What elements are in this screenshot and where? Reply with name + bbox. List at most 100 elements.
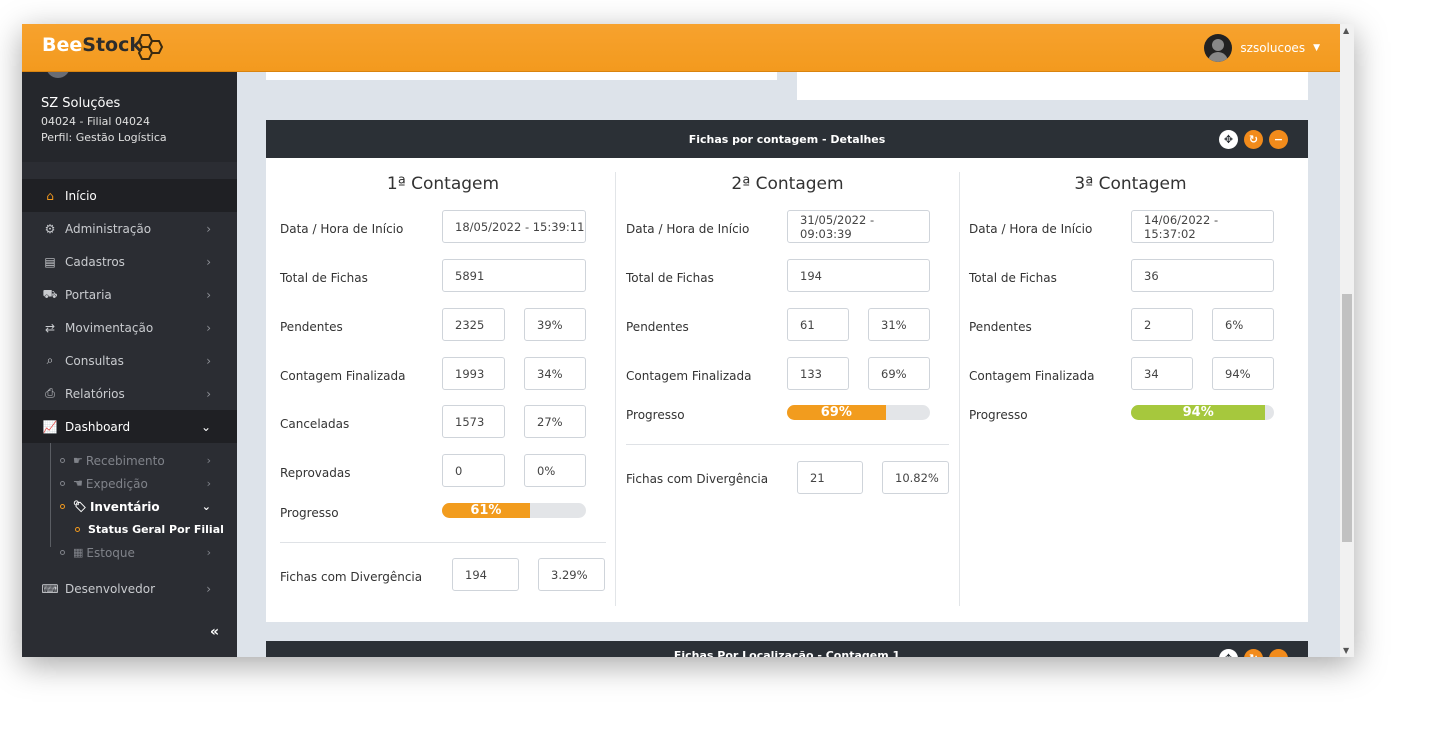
- label-progresso: Progresso: [626, 408, 685, 422]
- label-contagem-finalizada: Contagem Finalizada: [969, 369, 1095, 383]
- sidebar-item-dashboard[interactable]: 📈 Dashboard ⌄: [22, 410, 237, 443]
- label-divergencia: Fichas com Divergência: [626, 472, 769, 486]
- scrollbar-thumb[interactable]: [1342, 294, 1352, 542]
- user-menu[interactable]: szsolucoes ▼: [1204, 34, 1320, 62]
- sidebar-item-expedicao[interactable]: ☚ Expedição ›: [22, 472, 237, 495]
- panel-title: Fichas por contagem - Detalhes: [688, 132, 886, 146]
- total-fichas-field[interactable]: 36: [1131, 259, 1274, 292]
- label-contagem-finalizada: Contagem Finalizada: [626, 369, 752, 383]
- sidebar-item-status-geral[interactable]: Status Geral Por Filial: [22, 518, 237, 541]
- sidebar-item-administracao[interactable]: ⚙ Administração ›: [22, 212, 237, 245]
- contagem-title: 3ª Contagem: [1074, 174, 1187, 194]
- divergencia-field[interactable]: 21: [797, 461, 863, 494]
- pendentes-field[interactable]: 61: [787, 308, 849, 341]
- label-canceladas: Canceladas: [280, 417, 350, 431]
- print-icon: ⎙: [45, 386, 55, 400]
- contagem-3-column: 3ª Contagem Data / Hora de Início 14/06/…: [969, 158, 1292, 608]
- progress-bar: 69%: [787, 405, 930, 420]
- pendentes-pct-field[interactable]: 39%: [524, 308, 586, 341]
- refresh-icon[interactable]: ↻: [1244, 649, 1263, 657]
- chevron-right-icon: ›: [206, 221, 211, 236]
- label-divergencia: Fichas com Divergência: [280, 570, 423, 584]
- sidebar-item-inventario[interactable]: 🏷 Inventário ⌄: [22, 495, 237, 518]
- divider: [280, 542, 606, 543]
- finalizada-field[interactable]: 1993: [442, 357, 505, 390]
- summary-card-left: [266, 72, 777, 80]
- total-fichas-field[interactable]: 5891: [442, 259, 586, 292]
- sidebar-item-inicio[interactable]: ⌂ Início: [22, 179, 237, 212]
- finalizada-field[interactable]: 133: [787, 357, 849, 390]
- canceladas-field[interactable]: 1573: [442, 405, 505, 438]
- caret-down-icon: ▼: [1313, 43, 1320, 53]
- column-divider: [615, 172, 616, 606]
- data-hora-field[interactable]: 18/05/2022 - 15:39:11: [442, 210, 586, 243]
- pendentes-pct-field[interactable]: 6%: [1212, 308, 1274, 341]
- label-contagem-finalizada: Contagem Finalizada: [280, 369, 406, 383]
- chevron-down-icon: ⌄: [200, 419, 211, 434]
- sidebar-item-recebimento[interactable]: ☛ Recebimento ›: [22, 449, 237, 472]
- divergencia-field[interactable]: 194: [452, 558, 519, 591]
- sidebar-item-cadastros[interactable]: ▤ Cadastros ›: [22, 245, 237, 278]
- column-divider: [959, 172, 960, 606]
- app-logo[interactable]: BeeStock: [42, 34, 142, 56]
- finalizada-pct-field[interactable]: 69%: [868, 357, 930, 390]
- dashboard-submenu: ☛ Recebimento › ☚ Expedição › 🏷 Inventário ⌄ S…: [22, 443, 237, 572]
- top-navbar: BeeStock szsolucoes ▼: [22, 24, 1340, 72]
- chevron-right-icon: ›: [206, 477, 211, 490]
- line-chart-icon: 📈: [42, 419, 58, 434]
- chevron-right-icon: ›: [206, 287, 211, 302]
- scroll-down-icon[interactable]: ▼: [1343, 646, 1349, 655]
- panel-tools: ✥ ↻ −: [1219, 649, 1288, 657]
- collapse-sidebar-button[interactable]: «: [210, 624, 219, 640]
- page-scrollbar[interactable]: ▲ ▼: [1340, 24, 1354, 657]
- sidebar-item-estoque[interactable]: ▦ Estoque ›: [22, 541, 237, 564]
- scroll-up-icon[interactable]: ▲: [1343, 26, 1349, 35]
- expand-icon[interactable]: ✥: [1219, 130, 1238, 149]
- username: szsolucoes: [1240, 41, 1306, 55]
- exchange-icon: ⇄: [44, 320, 56, 335]
- minimize-icon[interactable]: −: [1269, 130, 1288, 149]
- sidebar-item-consultas[interactable]: ⌕ Consultas ›: [22, 344, 237, 377]
- minimize-icon[interactable]: −: [1269, 649, 1288, 657]
- honeycomb-logo-icon: [137, 34, 164, 60]
- reprovadas-field[interactable]: 0: [442, 454, 505, 487]
- pendentes-field[interactable]: 2: [1131, 308, 1193, 341]
- sidebar-item-portaria[interactable]: ⛟ Portaria ›: [22, 278, 237, 311]
- expand-icon[interactable]: ✥: [1219, 649, 1238, 657]
- sidebar-item-movimentacao[interactable]: ⇄ Movimentação ›: [22, 311, 237, 344]
- total-fichas-field[interactable]: 194: [787, 259, 930, 292]
- search-icon: ⌕: [46, 353, 54, 367]
- label-total-fichas: Total de Fichas: [280, 271, 368, 285]
- grid-icon: ▦: [73, 546, 84, 559]
- progress-fill: 69%: [787, 405, 886, 420]
- bullet-icon: [75, 527, 80, 532]
- hand-right-icon: ☛: [73, 454, 83, 467]
- data-hora-field[interactable]: 31/05/2022 - 09:03:39: [787, 210, 930, 243]
- profile-avatar: [46, 72, 70, 78]
- sidebar-item-desenvolvedor[interactable]: ⌨ Desenvolvedor ›: [22, 572, 237, 605]
- data-hora-field[interactable]: 14/06/2022 - 15:37:02: [1131, 210, 1274, 243]
- chevron-right-icon: ›: [206, 254, 211, 269]
- finalizada-field[interactable]: 34: [1131, 357, 1193, 390]
- canceladas-pct-field[interactable]: 27%: [524, 405, 586, 438]
- refresh-icon[interactable]: ↻: [1244, 130, 1263, 149]
- finalizada-pct-field[interactable]: 34%: [524, 357, 586, 390]
- pendentes-field[interactable]: 2325: [442, 308, 505, 341]
- sidebar-item-relatorios[interactable]: ⎙ Relatórios ›: [22, 377, 237, 410]
- bullet-icon: [60, 550, 65, 555]
- bullet-icon: [60, 504, 65, 509]
- progress-fill: 94%: [1131, 405, 1266, 420]
- label-data-hora: Data / Hora de Início: [626, 222, 750, 236]
- divergencia-pct-field[interactable]: 3.29%: [538, 558, 605, 591]
- label-total-fichas: Total de Fichas: [969, 271, 1057, 285]
- chevron-right-icon: ›: [206, 320, 211, 335]
- panel-tools: ✥ ↻ −: [1219, 130, 1288, 149]
- finalizada-pct-field[interactable]: 94%: [1212, 357, 1274, 390]
- pendentes-pct-field[interactable]: 31%: [868, 308, 930, 341]
- reprovadas-pct-field[interactable]: 0%: [524, 454, 586, 487]
- profile-role: Perfil: Gestão Logística: [41, 131, 167, 144]
- divergencia-pct-field[interactable]: 10.82%: [882, 461, 949, 494]
- chevron-right-icon: ›: [206, 546, 211, 559]
- truck-icon: ⛟: [42, 286, 58, 301]
- summary-card-right: [797, 72, 1308, 100]
